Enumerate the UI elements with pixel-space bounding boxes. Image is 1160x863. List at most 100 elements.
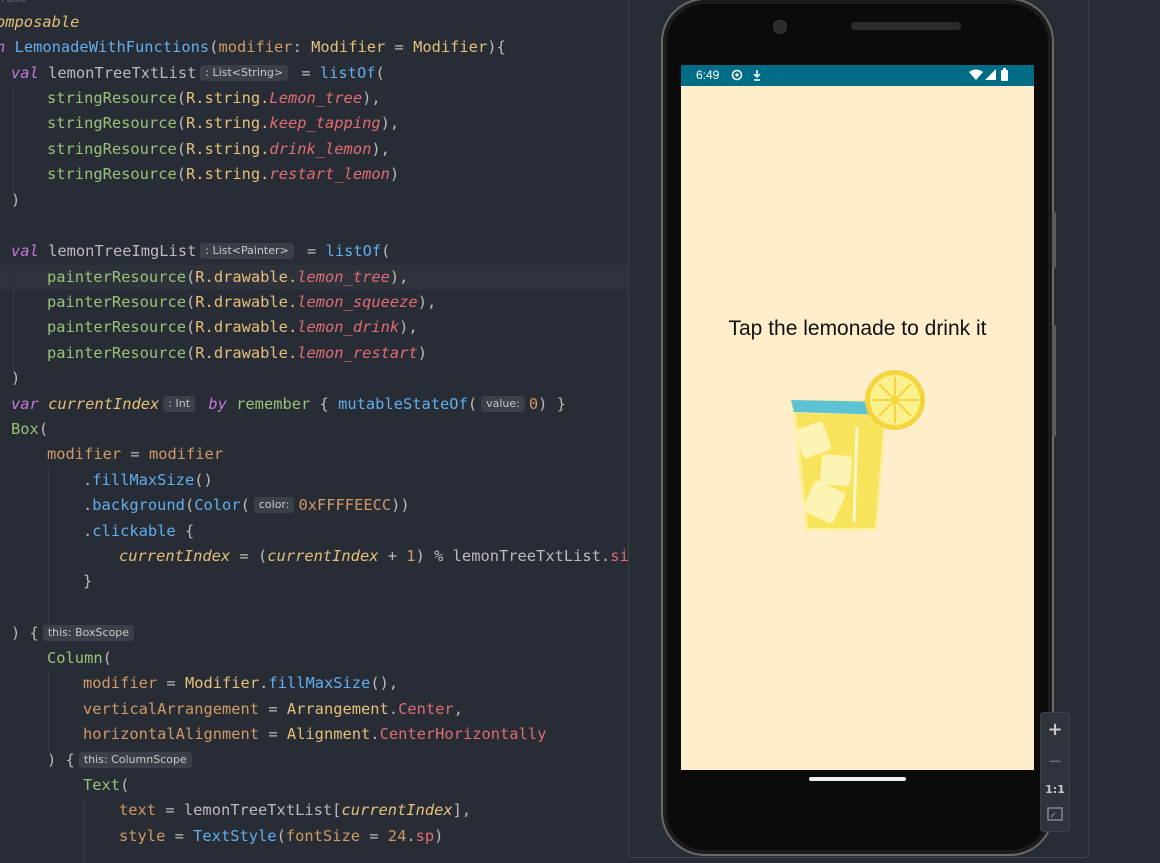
code-line[interactable]: text = lemonTreeTxtList[currentIndex], [119, 798, 471, 823]
function-token: mutableStateOf [338, 395, 468, 413]
code-line[interactable]: n LemonadeWithFunctions(modifier: Modifi… [0, 35, 506, 60]
keyword-token: by [208, 395, 227, 413]
code-line[interactable]: ) {this: ColumnScope [47, 748, 196, 773]
code-line[interactable]: val lemonTreeTxtList: List<String> = lis… [11, 61, 385, 86]
keyword-token: n [0, 38, 5, 56]
code-line[interactable]: modifier = Modifier.fillMaxSize(), [83, 671, 398, 696]
indent-guide [48, 671, 49, 751]
function-token: listOf [319, 64, 376, 82]
function-token: painterResource [47, 293, 186, 311]
power-button[interactable] [1052, 212, 1056, 268]
function-token: painterResource [47, 318, 186, 336]
navigation-bar [681, 770, 1034, 850]
camera-icon [773, 20, 787, 34]
code-line[interactable]: style = TextStyle(fontSize = 24.sp) [119, 824, 443, 849]
code-line[interactable]: painterResource(R.drawable.lemon_drink), [47, 315, 418, 340]
indent-guide [84, 798, 85, 863]
resource-token: lemon_drink [297, 318, 400, 336]
property-token: CenterHorizontally [379, 725, 547, 743]
code-fragment: ramo [0, 0, 27, 5]
resource-token: lemon_restart [297, 344, 418, 362]
function-token: background [92, 496, 185, 514]
lemonade-glass-icon[interactable] [788, 367, 928, 537]
param-token: modifier [83, 674, 158, 692]
property-token: sp [415, 827, 435, 845]
code-line[interactable]: Column( [47, 646, 112, 671]
fit-screen-button[interactable] [1040, 807, 1070, 825]
code-line[interactable]: stringResource(R.string.Lemon_tree), [47, 86, 381, 111]
number-token: 0 [528, 395, 539, 413]
code-line[interactable]: omposable [0, 10, 79, 35]
code-line[interactable]: horizontalAlignment = Alignment.CenterHo… [83, 722, 546, 747]
type-token: R.drawable. [195, 318, 298, 336]
code-line[interactable]: ) [11, 188, 20, 213]
annotation-token: omposable [0, 13, 80, 31]
code-line[interactable]: painterResource(R.drawable.lemon_restart… [47, 341, 427, 366]
zoom-in-button[interactable]: + [1040, 719, 1070, 740]
code-line[interactable]: Box( [11, 417, 48, 442]
number-token: 0xFFFFEECC [298, 496, 392, 514]
variable-token: lemonTreeTxtList [48, 64, 197, 82]
code-line[interactable]: Text( [83, 773, 129, 798]
function-token: stringResource [47, 89, 177, 107]
code-line[interactable]: painterResource(R.drawable.lemon_squeeze… [47, 290, 436, 315]
type-token: R.string. [186, 89, 270, 107]
speaker-grille [851, 22, 961, 30]
code-line[interactable]: currentIndex = (currentIndex + 1) % lemo… [119, 544, 628, 569]
type-token: Modifier [311, 38, 386, 56]
variable-token: lemonTreeTxtList [183, 801, 333, 819]
type-token: Modifier [184, 674, 260, 692]
scope-hint: this: ColumnScope [78, 752, 192, 768]
type-token: R.string. [186, 114, 270, 132]
actual-size-button[interactable]: 1:1 [1040, 783, 1070, 796]
resource-token: lemon_squeeze [297, 293, 418, 311]
signal-icon [985, 69, 996, 80]
code-line[interactable]: ) [11, 366, 20, 391]
code-line[interactable]: } [83, 569, 92, 594]
type-token: R.string. [186, 165, 270, 183]
code-line[interactable]: stringResource(R.string.restart_lemon) [47, 162, 399, 187]
function-token: Box [11, 420, 39, 438]
code-line[interactable]: stringResource(R.string.drink_lemon), [47, 137, 390, 162]
device-screen[interactable]: 6:49 Tap the lemonade to drink it [681, 65, 1034, 770]
number-token: 24 [387, 827, 407, 845]
variable-token: currentIndex [119, 547, 231, 565]
running-devices-panel: 6:49 Tap the lemonade to drink it + − 1:… [628, 0, 1160, 863]
function-token: Color [194, 496, 241, 514]
function-token: remember [236, 395, 311, 413]
lemonade-message: Tap the lemonade to drink it [728, 317, 987, 340]
code-line[interactable]: ) {this: BoxScope [11, 621, 138, 646]
function-token: fillMaxSize [268, 674, 371, 692]
type-token: R.drawable. [195, 344, 298, 362]
code-line[interactable]: modifier = modifier [47, 442, 223, 467]
volume-button[interactable] [1052, 325, 1056, 437]
keyword-token: var [11, 395, 39, 413]
number-token: 1 [406, 547, 416, 565]
code-line[interactable]: verticalArrangement = Arrangement.Center… [83, 697, 463, 722]
code-line[interactable]: .background(Color(color: 0xFFFFEECC)) [83, 493, 410, 518]
code-line[interactable]: val lemonTreeImgList: List<Painter> = li… [11, 239, 390, 264]
home-gesture-handle[interactable] [809, 777, 906, 781]
function-name: LemonadeWithFunctions [14, 38, 210, 56]
type-token: Alignment [286, 725, 371, 743]
wifi-icon [969, 69, 983, 80]
keyword-token: val [11, 242, 39, 260]
variable-token: lemonTreeTxtList [452, 547, 601, 565]
code-editor[interactable]: ramo omposable n LemonadeWithFunctions(m… [0, 0, 628, 863]
code-line[interactable]: .fillMaxSize() [83, 468, 213, 493]
type-hint: : List<String> [200, 65, 289, 81]
function-token: Column [47, 649, 103, 667]
zoom-out-button[interactable]: − [1040, 751, 1070, 772]
battery-icon [1001, 68, 1008, 81]
code-line[interactable]: var currentIndex: Int by remember { muta… [11, 392, 566, 417]
code-line[interactable]: .clickable { [83, 519, 194, 544]
resource-token: lemon_tree [297, 268, 390, 286]
resource-token: drink_lemon [269, 140, 372, 158]
code-line[interactable]: painterResource(R.drawable.lemon_tree), [47, 265, 408, 290]
type-token: Modifier [413, 38, 488, 56]
type-hint: : List<Painter> [200, 243, 294, 259]
code-line[interactable]: stringResource(R.string.keep_tapping), [47, 111, 399, 136]
type-token: R.string. [186, 140, 270, 158]
type-token: R.drawable. [195, 268, 298, 286]
resource-token: restart_lemon [269, 165, 390, 183]
